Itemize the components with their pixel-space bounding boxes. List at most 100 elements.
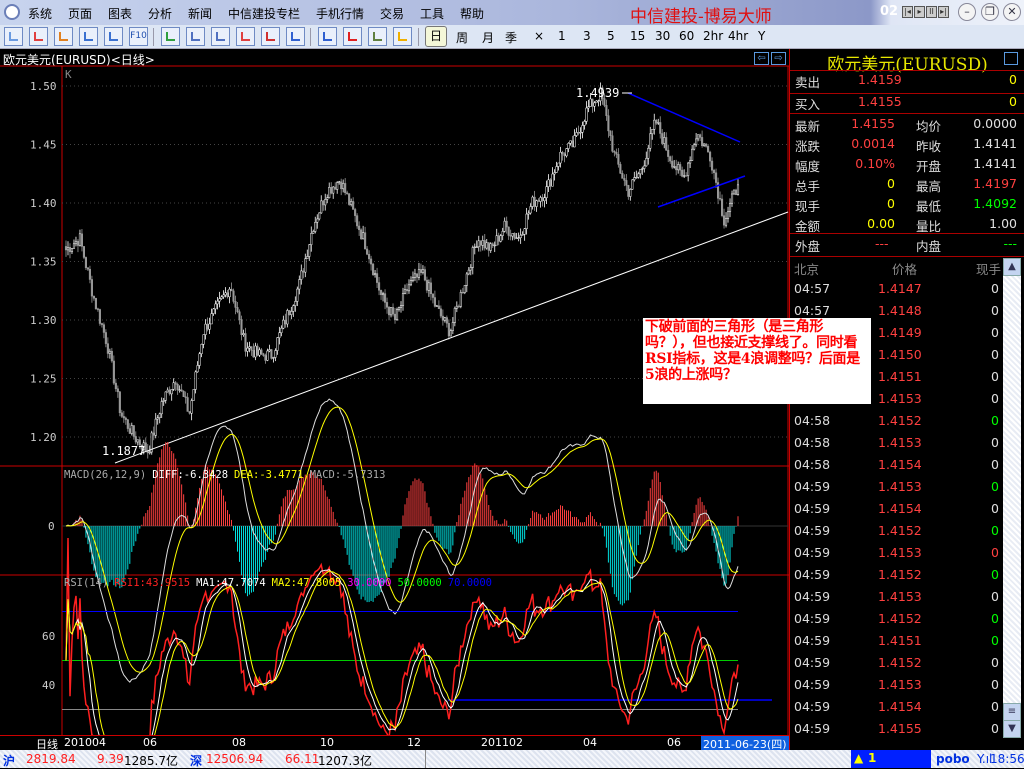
period-button[interactable]: 3 [583,29,591,43]
tick-list-scrollbar[interactable]: ▲ ≡ ▼ [1003,258,1021,738]
menu-item[interactable]: 分析 [148,5,172,22]
draw-icon[interactable] [318,27,337,46]
menu-item[interactable]: 工具 [420,5,444,22]
back-icon[interactable] [4,27,23,46]
users-icon[interactable] [368,27,387,46]
candle-body [447,322,450,337]
lightning-icon[interactable] [393,27,412,46]
candle-body [693,144,696,150]
app-title: 中信建投-博易大师 [630,7,772,27]
menu-item[interactable]: 交易 [380,5,404,22]
minimize-button[interactable]: – [958,3,976,21]
candle-body [537,200,540,202]
candle-body [465,273,468,286]
candle-body [306,256,309,260]
menu-item[interactable]: 手机行情 [316,5,364,22]
period-button[interactable]: 4hr [728,29,748,43]
sh-index: 2819.84 [26,752,76,766]
candle-body [158,413,161,418]
pause-icon[interactable]: II [926,6,937,18]
list-icon[interactable] [79,27,98,46]
menu-item[interactable]: 图表 [108,5,132,22]
candle-body [521,234,524,236]
candle-body [525,213,528,230]
period-button[interactable]: 15 [630,29,645,43]
candle-body [471,247,474,268]
zoom-out-icon[interactable] [211,27,230,46]
sh-amount: 1285.7亿 [124,754,178,768]
candle-body [284,319,287,325]
alarm-bell-icon[interactable] [343,27,362,46]
period-button[interactable]: 季 [505,29,517,46]
menu-item[interactable]: 帮助 [460,5,484,22]
period-button[interactable]: × [534,29,544,43]
period-button[interactable]: 2hr [703,29,723,43]
period-button[interactable]: 60 [679,29,694,43]
candle-body [409,279,413,286]
period-button[interactable]: 1 [558,29,566,43]
candle-body [196,365,199,373]
date-tick: 201102 [481,736,523,749]
candle-body [583,121,586,126]
export-icon[interactable] [261,27,280,46]
candle-body [615,152,618,155]
candle-body [571,140,574,148]
candle-body [609,130,612,136]
tick-row: 04:57 1.4147 0 [794,281,999,296]
maximize-panel-icon[interactable] [1004,52,1018,65]
period-button[interactable]: 30 [655,29,670,43]
candle-body [378,282,381,291]
date-axis: 日线 201004 06 08 10 12 201102 04 06 2011-… [0,735,789,752]
candle-body [338,181,341,183]
candle-body [561,151,564,155]
candle-body [423,269,426,281]
candle-body [64,246,68,251]
menu-item[interactable]: 中信建投专栏 [228,5,300,22]
scroll-down-icon[interactable]: ▼ [1003,720,1021,738]
candle-body [475,246,478,248]
close-button[interactable]: ✕ [1003,3,1021,21]
candle-body [483,240,486,249]
period-button[interactable]: 周 [456,29,468,46]
quote-window-icon[interactable] [104,27,123,46]
period-button[interactable]: 日 [425,26,447,47]
import-icon[interactable] [286,27,305,46]
candle-body [501,230,504,236]
candle-body [573,135,576,148]
f10-icon[interactable]: F10 [129,27,148,46]
candle-body [683,175,686,177]
candle-body [270,349,273,359]
menu-item[interactable]: 系统 [28,5,52,22]
alert-box[interactable]: ▲ 1 [851,750,931,768]
menu-item[interactable]: 页面 [68,5,92,22]
play-icon[interactable]: ▸ [914,6,925,18]
first-page-icon[interactable]: |◂ [902,6,913,18]
scroll-up-icon[interactable]: ▲ [1003,258,1021,276]
candle-body [178,389,181,391]
scroll-thumb[interactable]: ≡ [1003,703,1021,721]
candle-body [441,315,444,321]
menu-item[interactable]: 新闻 [188,5,212,22]
candle-body [96,308,99,310]
period-button[interactable]: 月 [482,29,494,46]
app-logo-icon[interactable] [4,4,20,20]
restore-button[interactable]: ❐ [981,3,999,21]
period-button[interactable]: Y [758,29,765,43]
candle-body [224,292,227,296]
zoom-in-icon[interactable] [186,27,205,46]
line-chart-icon[interactable] [29,27,48,46]
candlestick-icon[interactable] [54,27,73,46]
annotation-note[interactable]: 下破前面的三角形（是三角形吗？），但也接近支撑线了。同时看RSI指标，这是4浪调… [643,318,871,404]
select-cursor-icon[interactable] [236,27,255,46]
refresh-icon[interactable] [161,27,180,46]
candle-body [495,235,498,246]
candle-body [551,173,554,187]
last-page-icon[interactable]: ▸| [938,6,949,18]
candle-body [384,293,387,303]
candle-body [78,233,82,246]
candle-body [180,389,183,392]
candle-body [663,137,666,144]
candle-body [473,246,476,248]
buy-row: 买入 1.4155 0 [795,94,1017,112]
period-button[interactable]: 5 [607,29,615,43]
